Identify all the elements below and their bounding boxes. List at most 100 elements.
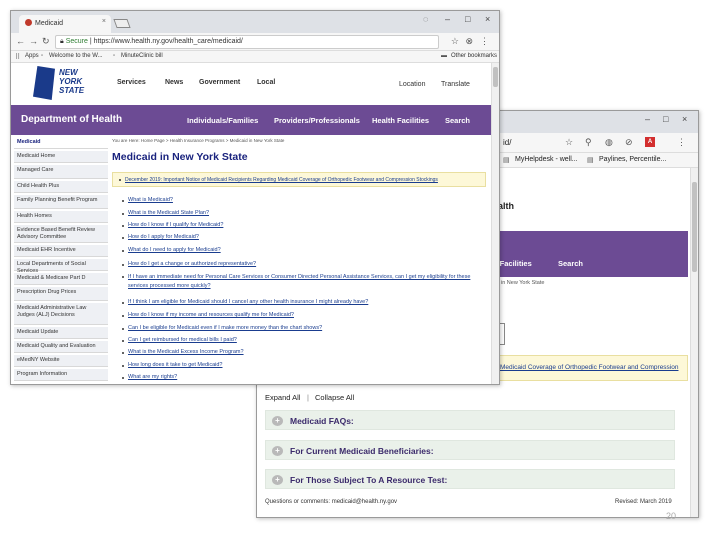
back-download-icon[interactable]: ⊘ [625, 137, 633, 148]
star-icon[interactable]: ☆ [451, 36, 459, 47]
back-url-fragment: id/ [503, 138, 512, 147]
sidebar-item[interactable]: Medicaid Update [14, 327, 108, 339]
bookmark-minuteclinic[interactable]: MinuteClinic bill [121, 53, 163, 59]
bookmark-apps[interactable]: Apps [25, 53, 39, 59]
sidebar-item[interactable]: Medicaid Home [14, 151, 108, 163]
secure-label: Secure [65, 38, 88, 45]
bullet-icon [122, 352, 124, 354]
sidebar-item[interactable]: Child Health Plus [14, 181, 108, 193]
top-nav-local[interactable]: Local [257, 79, 275, 86]
faq-link[interactable]: What is Medicaid? [128, 197, 173, 203]
front-browser-window[interactable]: Medicaid × ◌ – □ × ← → ↻ 🔒︎ Secure | http… [10, 10, 500, 385]
faq-medicaid[interactable]: + Medicaid FAQs: [265, 410, 675, 430]
collapse-all-link[interactable]: Collapse All [315, 393, 354, 402]
bookmark-other[interactable]: Other bookmarks [451, 53, 497, 59]
faq-link[interactable]: How long does it take to get Medicaid? [128, 362, 222, 368]
bullet-icon [122, 276, 124, 278]
extension-icon[interactable]: ⊗ [465, 36, 473, 47]
user-icon[interactable]: ◌ [423, 14, 428, 24]
back-pdf-icon[interactable]: A [645, 137, 655, 147]
back-arrow-icon[interactable]: ← [16, 36, 25, 46]
back-star-icon[interactable]: ☆ [565, 137, 573, 148]
expand-plus-icon: + [272, 446, 283, 456]
sidebar-item[interactable]: Program Information [14, 369, 108, 381]
menu-icon[interactable]: ⋮ [480, 36, 489, 47]
dept-title: Department of Health [21, 114, 123, 125]
nys-map-icon [33, 66, 55, 100]
faq-link[interactable]: How do I apply for Medicaid? [128, 234, 199, 240]
top-nav-services[interactable]: Services [117, 79, 146, 86]
minimize-icon[interactable]: – [445, 14, 450, 24]
back-shield-icon[interactable]: ◍ [605, 137, 613, 148]
back-minimize-icon[interactable]: – [645, 114, 650, 124]
faq-resource-test[interactable]: + For Those Subject To A Resource Test: [265, 469, 675, 489]
front-scrollbar[interactable] [491, 63, 499, 384]
back-bookmark-2[interactable]: Paylines, Percentile... [599, 156, 666, 163]
reload-icon[interactable]: ↻ [42, 36, 50, 47]
back-menu-icon[interactable]: ⋮ [677, 137, 686, 148]
sidebar-item[interactable]: Prescription Drug Prices [14, 287, 108, 301]
back-close-icon[interactable]: × [682, 114, 687, 124]
faq-label: Medicaid FAQs: [290, 416, 354, 426]
faq-link[interactable]: Can I get reimbursed for medical bills I… [128, 337, 237, 343]
url-input[interactable]: 🔒︎ Secure | https://www.health.ny.gov/he… [55, 35, 439, 49]
back-nav-search[interactable]: Search [558, 259, 583, 268]
sidebar-item[interactable]: Medicaid Quality and Evaluation [14, 341, 108, 353]
tab-title: Medicaid [35, 20, 64, 27]
sidebar-item[interactable]: Health Homes [14, 211, 108, 223]
faq-current-beneficiaries[interactable]: + For Current Medicaid Beneficiaries: [265, 440, 675, 460]
faq-link[interactable]: Can I be eligible for Medicaid even if I… [128, 325, 322, 331]
notice-link[interactable]: December 2019: Important Notice of Medic… [125, 177, 438, 183]
top-nav-news[interactable]: News [165, 79, 183, 86]
bookmark-bar: ⠿ Apps ▫ Welcome to the W... ▫ MinuteCli… [11, 51, 499, 63]
faq-link[interactable]: How do I get a change or authorized repr… [128, 261, 256, 267]
sidebar-item[interactable]: Medicaid Administrative Law Judges (ALJ)… [14, 303, 108, 325]
bookmark-welcome[interactable]: Welcome to the W... [49, 53, 103, 59]
back-bookmark-1[interactable]: MyHelpdesk - well... [515, 156, 578, 163]
bullet-icon [122, 315, 124, 317]
bullet-icon [119, 179, 121, 181]
sidebar-item[interactable]: Medicaid & Medicare Part D [14, 273, 108, 285]
tab-medicaid[interactable]: Medicaid × [19, 15, 111, 33]
sidebar-item[interactable]: Medicaid [14, 137, 108, 149]
back-scrollbar[interactable] [690, 168, 698, 517]
main-content: You are Here: Home Page > Health Insuran… [112, 137, 489, 384]
faq-link[interactable]: If I think I am eligible for Medicaid sh… [128, 299, 368, 305]
front-scroll-thumb[interactable] [493, 67, 498, 87]
sidebar-item[interactable]: Family Planning Benefit Program [14, 195, 108, 209]
nav-search[interactable]: Search [445, 116, 470, 125]
back-scroll-thumb[interactable] [692, 182, 697, 272]
faq-link[interactable]: What is the Medicaid State Plan? [128, 210, 209, 216]
sidebar-item[interactable]: Evidence Based Benefit Review Advisory C… [14, 225, 108, 243]
expand-plus-icon: + [272, 416, 283, 426]
tab-close-icon[interactable]: × [102, 18, 106, 25]
sidebar-item[interactable]: Local Departments of Social Services [14, 259, 108, 274]
nav-health-facilities[interactable]: Health Facilities [372, 116, 429, 125]
bookmark-icon: ▤ [587, 157, 594, 164]
expand-all-link[interactable]: Expand All [265, 393, 300, 402]
nys-logo[interactable]: NEW YORK STATE [33, 66, 95, 102]
faq-link[interactable]: What are my rights? [128, 374, 177, 380]
faq-label: For Those Subject To A Resource Test: [290, 475, 448, 485]
back-notice-link[interactable]: Medicaid Coverage of Orthopedic Footwear… [500, 364, 678, 371]
new-tab-button[interactable] [113, 19, 131, 28]
faq-link[interactable]: How do I know if my income and resources… [128, 312, 294, 318]
location-link[interactable]: Location [399, 81, 425, 88]
sidebar-item[interactable]: Medicaid EHR Incentive [14, 245, 108, 257]
close-icon[interactable]: × [485, 14, 490, 24]
back-maximize-icon[interactable]: □ [663, 114, 668, 124]
faq-link[interactable]: What do I need to apply for Medicaid? [128, 247, 221, 253]
top-nav-government[interactable]: Government [199, 79, 240, 86]
sidebar-item[interactable]: Managed Care [14, 165, 108, 179]
maximize-icon[interactable]: □ [465, 14, 470, 24]
faq-link[interactable]: What is the Medicaid Excess Income Progr… [128, 349, 244, 355]
faq-link[interactable]: If I have an immediate need for Personal… [128, 273, 478, 291]
nav-individuals[interactable]: Individuals/Families [187, 116, 258, 125]
faq-link[interactable]: How do I know if I qualify for Medicaid? [128, 222, 223, 228]
forward-arrow-icon[interactable]: → [29, 36, 38, 46]
back-extension-icon[interactable]: ⚲ [585, 137, 592, 148]
dept-nav-bar: Department of Health Individuals/Familie… [11, 105, 491, 135]
translate-link[interactable]: Translate [441, 81, 470, 88]
sidebar-item[interactable]: eMedNY Website [14, 355, 108, 367]
nav-providers[interactable]: Providers/Professionals [274, 116, 360, 125]
